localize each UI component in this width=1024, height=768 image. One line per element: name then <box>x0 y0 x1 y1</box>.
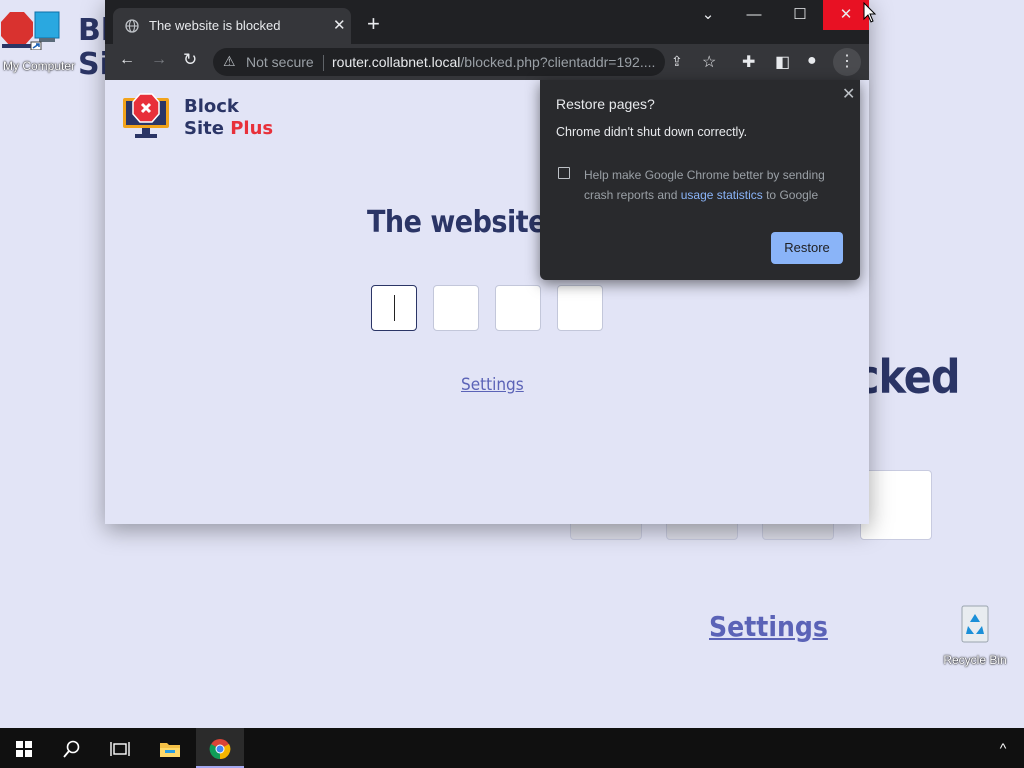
crash-report-text-end: to Google <box>762 188 819 202</box>
new-tab-button[interactable]: + <box>367 13 380 35</box>
browser-toolbar: ← → ↻ ⚠ Not secure router.collabnet.loca… <box>105 44 869 80</box>
forward-icon[interactable]: → <box>151 51 167 69</box>
desktop-icon-my-computer[interactable]: My Computer <box>0 10 78 73</box>
maximize-icon: ☐ <box>793 6 807 23</box>
crash-report-label: Help make Google Chrome better by sendin… <box>584 165 844 205</box>
minimize-button[interactable]: — <box>731 0 777 30</box>
chevron-down-icon: ⌄ <box>701 6 715 23</box>
mouse-cursor-icon <box>863 2 877 23</box>
more-vertical-icon: ⋮ <box>839 53 855 70</box>
windows-logo-icon <box>16 741 32 758</box>
menu-button[interactable]: ⋮ <box>833 48 861 76</box>
url-path: /blocked.php?clientaddr=192.... <box>460 54 656 70</box>
background-heading: cked <box>855 350 961 404</box>
pin-input-4[interactable] <box>557 285 603 331</box>
maximize-button[interactable]: ☐ <box>777 0 823 30</box>
close-icon: ✕ <box>839 6 853 23</box>
tab-title: The website is blocked <box>149 18 281 33</box>
folder-icon <box>160 743 180 758</box>
background-pin-box <box>860 470 932 540</box>
tab-active[interactable]: The website is blocked ✕ <box>113 8 351 44</box>
logo-text-site: Site <box>184 118 231 139</box>
taskbar: ^ <box>0 728 1024 768</box>
share-icon[interactable]: ⇪ <box>671 53 683 70</box>
warning-icon[interactable]: ⚠ <box>223 53 236 70</box>
side-panel-icon[interactable]: ◧ <box>775 52 790 72</box>
recycle-bin-icon <box>961 605 989 643</box>
search-button[interactable] <box>48 728 96 768</box>
crash-report-checkbox[interactable] <box>558 167 570 179</box>
chrome-icon <box>209 739 231 760</box>
pin-input-1[interactable] <box>371 285 417 331</box>
url-text[interactable]: router.collabnet.local/blocked.php?clien… <box>332 54 655 70</box>
chevron-up-icon: ^ <box>999 740 1007 756</box>
back-icon[interactable]: ← <box>119 51 135 69</box>
desktop-icon-recycle-bin[interactable]: Recycle Bin <box>940 604 1010 667</box>
background-settings-link: Settings <box>709 610 828 643</box>
profile-icon[interactable]: ● <box>807 52 817 70</box>
tab-close-icon[interactable]: ✕ <box>333 16 346 34</box>
desktop-icon-label: My Computer <box>2 59 76 73</box>
desktop-icon-label: Recycle Bin <box>943 653 1007 667</box>
usage-statistics-link[interactable]: usage statistics <box>681 188 763 202</box>
block-site-logo-icon <box>123 93 169 138</box>
settings-link[interactable]: Settings <box>461 375 524 395</box>
logo-text-line2: Site Plus <box>184 118 273 139</box>
text-caret <box>394 295 395 321</box>
search-icon <box>63 740 80 758</box>
dialog-title: Restore pages? <box>556 96 655 112</box>
dialog-close-icon[interactable]: ✕ <box>836 82 861 106</box>
title-bar[interactable]: The website is blocked ✕ + ⌄ — ☐ ✕ <box>105 0 869 44</box>
file-explorer-button[interactable] <box>146 728 194 768</box>
logo-text-plus: Plus <box>230 118 274 139</box>
computer-icon <box>30 11 60 51</box>
pin-input-3[interactable] <box>495 285 541 331</box>
task-view-button[interactable] <box>96 728 144 768</box>
bookmark-star-icon[interactable]: ☆ <box>702 52 716 72</box>
chrome-taskbar-button[interactable] <box>196 728 244 768</box>
tray-overflow-button[interactable]: ^ <box>982 728 1024 768</box>
extensions-icon[interactable]: ✚ <box>742 52 755 72</box>
url-host: router.collabnet.local <box>332 54 461 70</box>
address-bar[interactable]: ⚠ Not secure router.collabnet.local/bloc… <box>213 48 683 76</box>
start-button[interactable] <box>0 728 48 768</box>
address-divider <box>323 55 324 71</box>
pin-input-2[interactable] <box>433 285 479 331</box>
security-label[interactable]: Not secure <box>246 54 314 70</box>
restore-pages-dialog: Restore pages? Chrome didn't shut down c… <box>540 80 860 280</box>
minimize-icon: — <box>746 6 762 23</box>
restore-button[interactable]: Restore <box>771 232 843 264</box>
tab-search-button[interactable]: ⌄ <box>685 0 731 30</box>
dialog-subtitle: Chrome didn't shut down correctly. <box>556 125 748 139</box>
task-view-icon <box>110 742 130 757</box>
globe-icon <box>125 19 139 33</box>
logo-text-line1: Block <box>184 96 239 117</box>
reload-icon[interactable]: ↻ <box>183 50 197 70</box>
